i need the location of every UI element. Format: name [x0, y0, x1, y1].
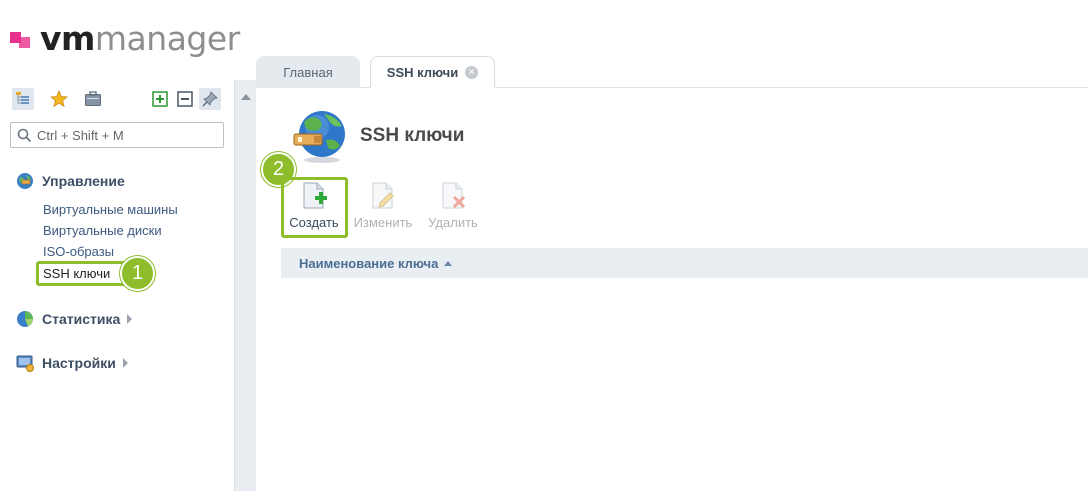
main-content: SSH ключи 2 Создать Изменить Удалить Наи… — [256, 88, 1088, 491]
management-globe-icon — [17, 173, 33, 189]
close-tab-icon[interactable]: ✕ — [465, 65, 479, 79]
nav-group-management-title: Управление — [42, 173, 125, 189]
chevron-right-icon — [127, 314, 133, 324]
nav-group-statistics-title: Статистика — [42, 311, 121, 327]
favorites-button[interactable] — [48, 88, 70, 110]
edit-button-label: Изменить — [353, 215, 413, 230]
delete-document-icon — [442, 182, 466, 209]
vmmanager-logo: vmmanager — [10, 18, 240, 58]
pin-icon — [202, 91, 218, 107]
column-header-key-name-label: Наименование ключа — [299, 255, 439, 271]
page-header: SSH ключи — [290, 108, 464, 164]
settings-monitor-icon — [16, 355, 34, 372]
nav-item-iso-images[interactable]: ISO-образы — [43, 244, 114, 259]
sidebar-toolbar — [12, 88, 227, 112]
tab-home[interactable]: Главная — [256, 56, 360, 88]
nav-group-settings[interactable]: Настройки — [16, 354, 128, 372]
briefcase-button[interactable] — [82, 88, 104, 110]
briefcase-icon — [85, 91, 101, 106]
sort-ascending-icon — [444, 260, 453, 266]
sidebar-splitter[interactable] — [234, 80, 256, 491]
tree-icon — [16, 92, 29, 104]
delete-button-label: Удалить — [428, 215, 478, 230]
collapse-minus-icon — [177, 91, 193, 107]
step-badge-1: 1 — [120, 256, 155, 291]
tab-ssh-keys-label: SSH ключи — [386, 64, 459, 80]
nav-group-statistics[interactable]: Статистика — [16, 310, 133, 328]
highlight-create — [281, 177, 348, 238]
table-header: Наименование ключа — [281, 248, 1088, 278]
tab-ssh-keys[interactable]: SSH ключи ✕ — [370, 56, 495, 88]
edit-button[interactable]: Изменить — [348, 181, 418, 237]
scroll-up-icon[interactable] — [241, 94, 251, 100]
edit-document-icon — [372, 182, 394, 209]
logo-mark-icon — [10, 28, 36, 48]
nav-item-virtual-machines[interactable]: Виртуальные машины — [43, 202, 178, 217]
expand-all-button[interactable] — [149, 88, 171, 110]
nav-item-virtual-disks[interactable]: Виртуальные диски — [43, 223, 162, 238]
pin-button[interactable] — [199, 88, 221, 110]
expand-plus-icon — [152, 91, 168, 107]
sidebar: Управление Виртуальные машины Виртуальны… — [0, 80, 234, 491]
delete-button[interactable]: Удалить — [418, 181, 488, 237]
pie-chart-icon — [17, 311, 33, 327]
nav-group-management[interactable]: Управление — [16, 172, 125, 190]
search-field[interactable] — [10, 122, 224, 148]
tab-bar: Главная SSH ключи ✕ — [256, 56, 1088, 88]
star-icon — [50, 90, 68, 108]
tree-view-button[interactable] — [12, 88, 34, 110]
chevron-right-icon — [122, 358, 128, 368]
page-title: SSH ключи — [360, 125, 465, 146]
logo-text-vm: vm — [40, 18, 95, 58]
nav-group-settings-title: Настройки — [42, 355, 116, 371]
logo-text-manager: manager — [94, 18, 240, 58]
search-icon — [17, 128, 32, 142]
collapse-all-button[interactable] — [174, 88, 196, 110]
column-header-key-name[interactable]: Наименование ключа — [299, 255, 453, 271]
ssh-globe-key-icon — [293, 111, 345, 163]
search-input[interactable] — [37, 127, 217, 143]
tab-home-label: Главная — [283, 64, 333, 80]
